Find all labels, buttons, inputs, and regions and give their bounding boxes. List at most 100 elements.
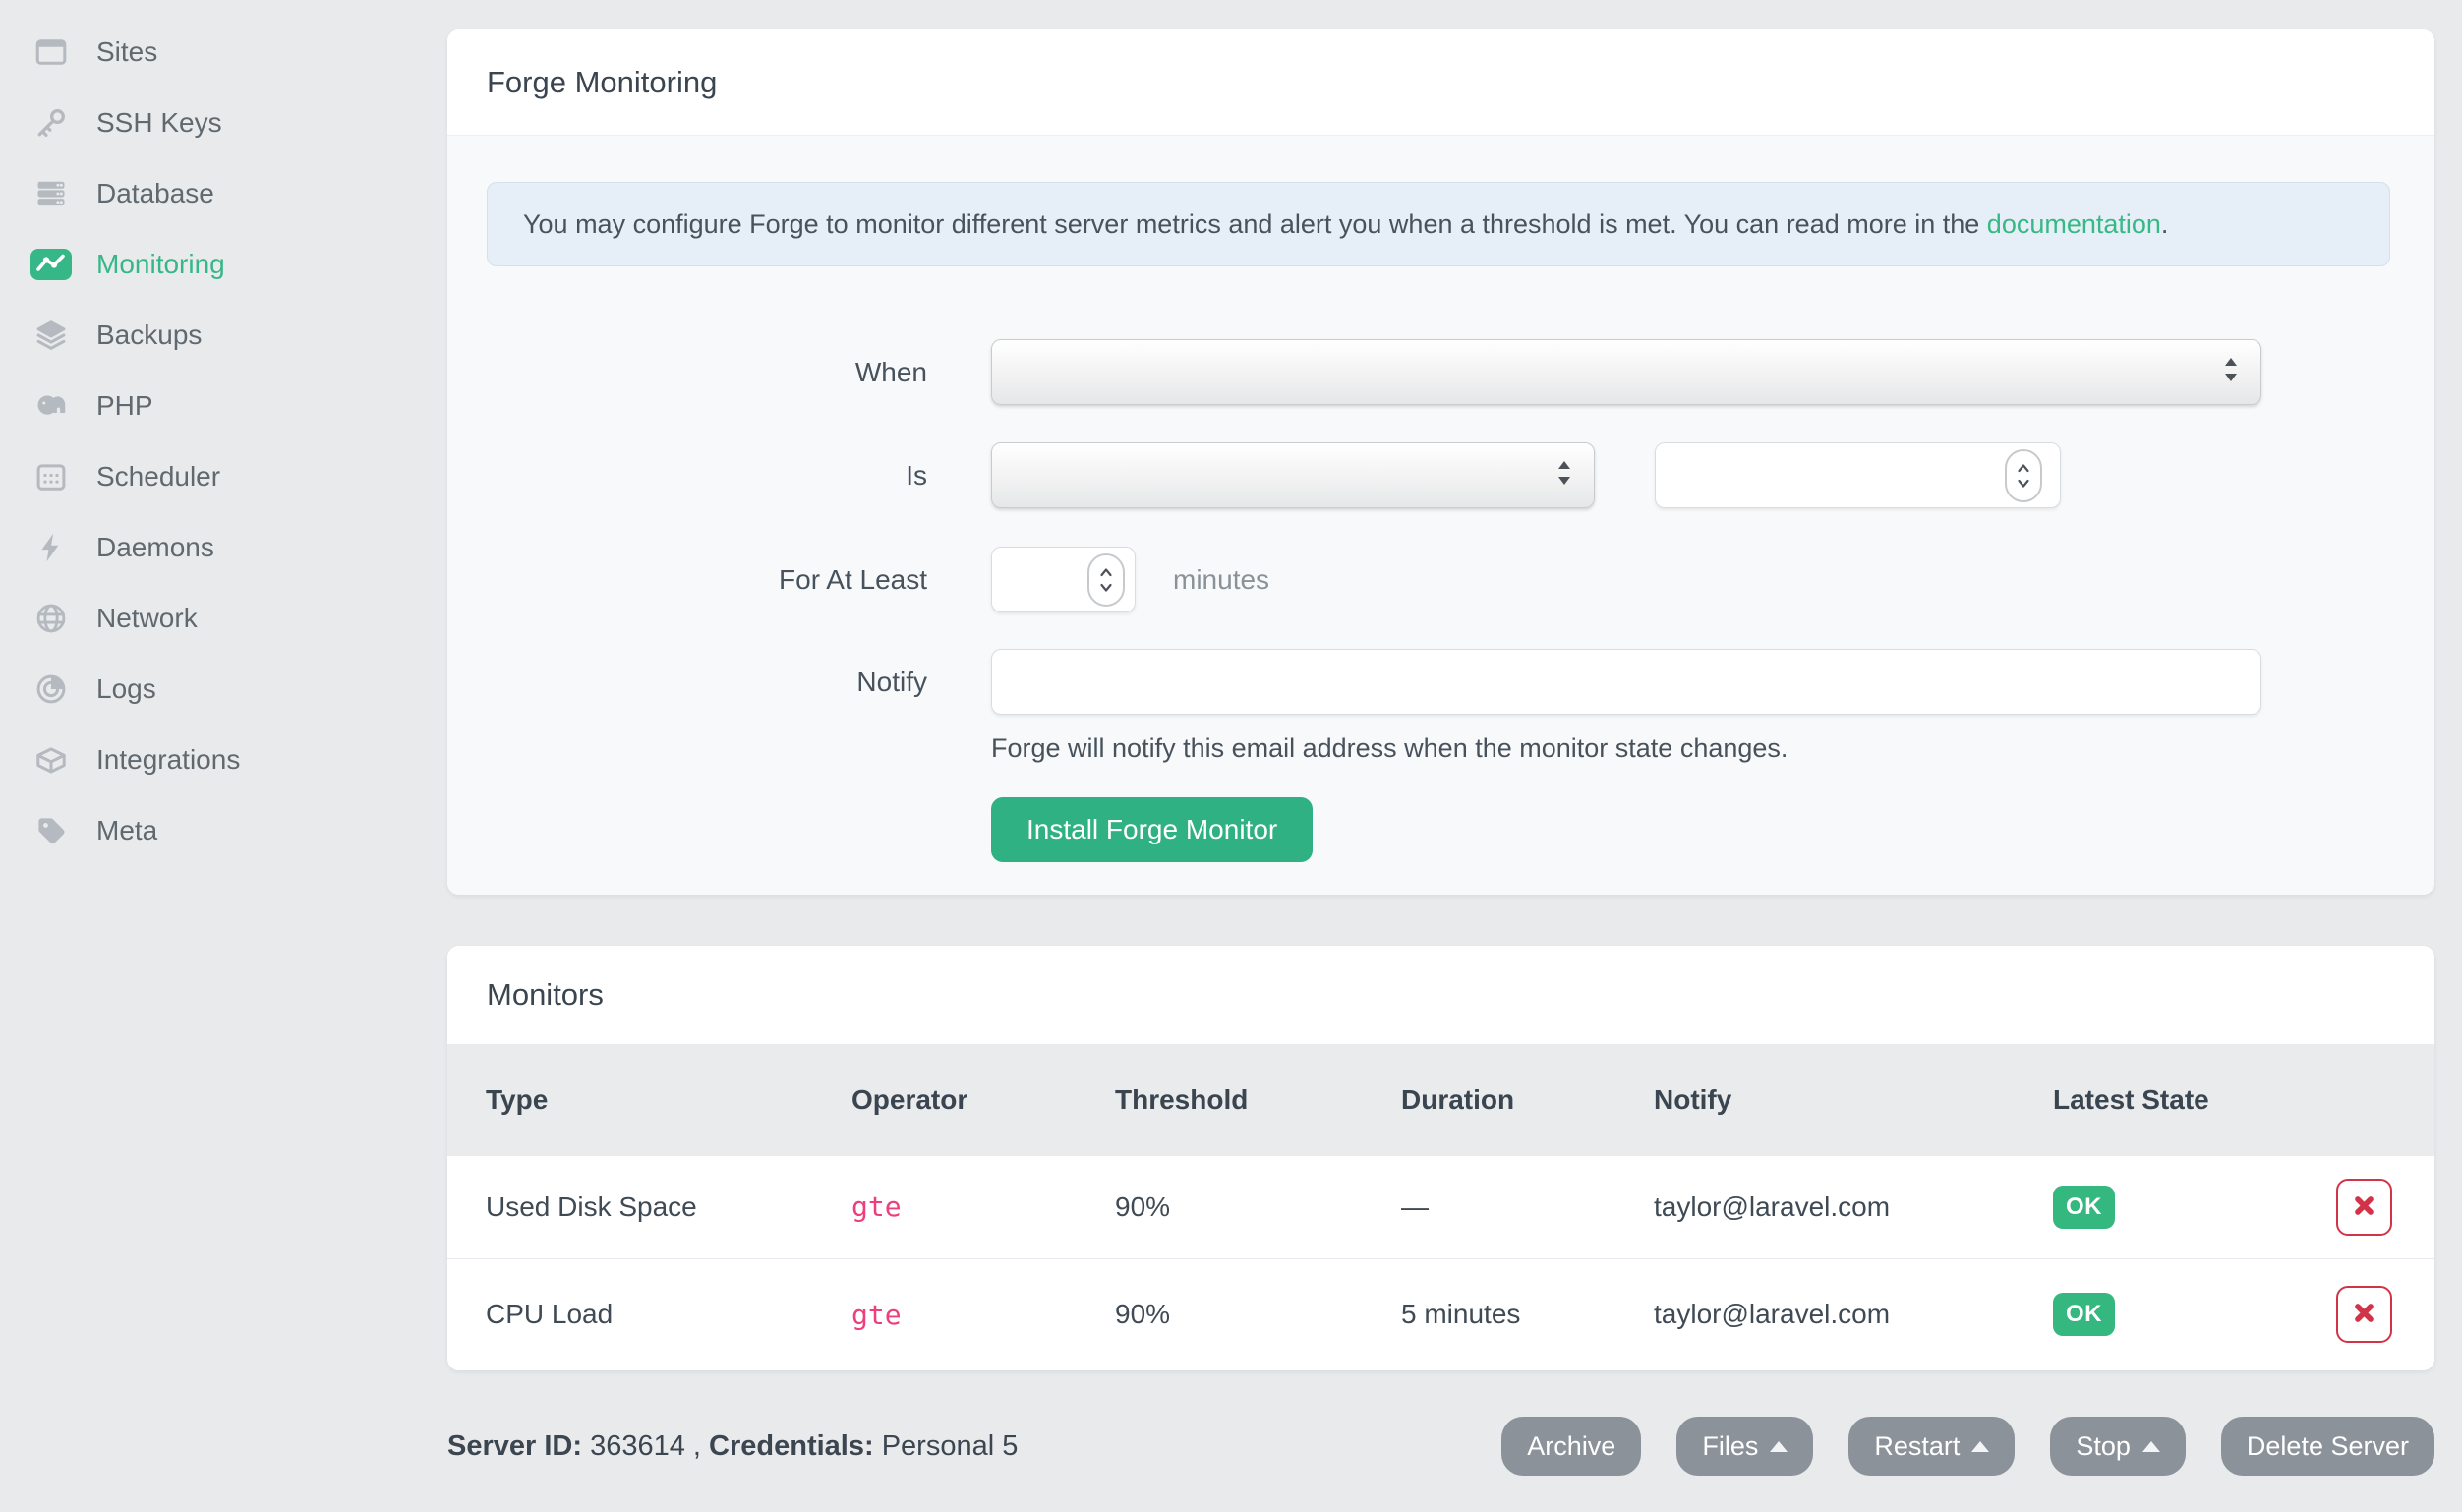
minutes-suffix: minutes <box>1173 563 1270 595</box>
number-stepper-icon[interactable] <box>2005 448 2042 502</box>
server-id-value: 363614 <box>590 1429 685 1462</box>
sidebar-item-ssh-keys[interactable]: SSH Keys <box>0 87 447 158</box>
calendar-icon <box>29 455 73 498</box>
sites-icon <box>29 30 73 74</box>
column-header-threshold: Threshold <box>1115 1084 1249 1115</box>
when-select[interactable] <box>991 339 2261 405</box>
sidebar-item-scheduler[interactable]: Scheduler <box>0 441 447 512</box>
sidebar-item-monitoring[interactable]: Monitoring <box>0 229 447 300</box>
globe-icon <box>29 597 73 640</box>
close-icon <box>2351 1300 2377 1329</box>
sidebar-item-label: Monitoring <box>96 249 225 279</box>
credentials-label: Credentials: <box>709 1429 874 1462</box>
monitors-card-header: Monitors <box>447 946 2434 1044</box>
monitors-table: Type Operator Threshold Duration Notify … <box>447 1044 2434 1370</box>
documentation-link[interactable]: documentation <box>1987 209 2161 240</box>
column-header-latest-state: Latest State <box>2053 1084 2209 1115</box>
monitoring-chart-icon <box>29 243 73 286</box>
sidebar-item-label: PHP <box>96 390 153 421</box>
status-badge: OK <box>2053 1293 2115 1337</box>
key-icon <box>29 101 73 145</box>
is-threshold-input-wrapper <box>1655 442 2061 508</box>
notify-email-input[interactable] <box>991 649 2261 715</box>
sidebar-item-label: Integrations <box>96 744 241 775</box>
monitor-operator: gte <box>851 1191 902 1224</box>
sidebar-item-label: Network <box>96 603 198 633</box>
delete-monitor-button[interactable] <box>2336 1286 2392 1344</box>
forge-monitoring-card: Forge Monitoring You may configure Forge… <box>447 29 2434 895</box>
separator: , <box>684 1429 710 1462</box>
sidebar-item-meta[interactable]: Meta <box>0 795 447 866</box>
sidebar-item-integrations[interactable]: Integrations <box>0 725 447 795</box>
php-elephant-icon <box>29 384 73 428</box>
monitors-card: Monitors Type Operator Threshold Duratio… <box>447 946 2434 1370</box>
is-label: Is <box>906 459 927 491</box>
database-icon <box>29 172 73 215</box>
layers-icon <box>29 314 73 357</box>
column-header-operator: Operator <box>851 1084 968 1115</box>
caret-up-icon <box>2141 1440 2160 1452</box>
sidebar-item-label: Meta <box>96 815 158 845</box>
is-row: Is <box>487 442 2390 508</box>
notify-help-text: Forge will notify this email address whe… <box>991 733 1788 763</box>
is-operator-select[interactable] <box>991 442 1595 508</box>
monitors-title: Monitors <box>487 977 604 1012</box>
column-header-notify: Notify <box>1654 1084 1732 1115</box>
for-at-least-input[interactable] <box>992 548 1087 611</box>
sidebar-item-php[interactable]: PHP <box>0 371 447 441</box>
sidebar-item-sites[interactable]: Sites <box>0 17 447 87</box>
install-forge-monitor-button[interactable]: Install Forge Monitor <box>991 797 1314 862</box>
server-footer: Server ID: 363614 , Credentials: Persona… <box>447 1416 2434 1477</box>
monitors-table-header-row: Type Operator Threshold Duration Notify … <box>447 1044 2434 1156</box>
select-arrows-icon <box>1556 459 1572 492</box>
sidebar-item-label: Sites <box>96 36 158 67</box>
monitor-duration: — <box>1401 1191 1429 1222</box>
close-icon <box>2351 1192 2377 1222</box>
footer-actions: Archive Files Restart Stop Delete Server <box>1501 1417 2434 1476</box>
delete-server-button[interactable]: Delete Server <box>2220 1417 2434 1476</box>
for-at-least-label: For At Least <box>779 563 927 595</box>
sidebar-item-label: Backups <box>96 320 203 350</box>
sidebar-item-network[interactable]: Network <box>0 583 447 654</box>
sidebar-item-daemons[interactable]: Daemons <box>0 512 447 583</box>
forge-monitoring-card-body: You may configure Forge to monitor diffe… <box>447 136 2434 895</box>
sidebar-item-database[interactable]: Database <box>0 158 447 229</box>
monitor-notify: taylor@laravel.com <box>1654 1299 1891 1330</box>
table-row: Used Disk Space gte 90% — taylor@laravel… <box>447 1156 2434 1258</box>
when-label: When <box>854 356 927 387</box>
monitor-type: Used Disk Space <box>486 1191 697 1222</box>
sidebar-item-backups[interactable]: Backups <box>0 300 447 371</box>
column-header-duration: Duration <box>1401 1084 1515 1115</box>
restart-button[interactable]: Restart <box>1848 1417 2016 1476</box>
credentials-value: Personal 5 <box>881 1429 1019 1462</box>
info-alert-text-after: . <box>2160 208 2169 239</box>
notify-row: Notify <box>487 649 2390 715</box>
monitor-threshold: 90% <box>1115 1299 1171 1330</box>
sidebar-item-logs[interactable]: Logs <box>0 654 447 725</box>
lightning-bolt-icon <box>29 526 73 569</box>
for-at-least-input-wrapper <box>991 547 1136 612</box>
monitor-duration: 5 minutes <box>1401 1299 1521 1330</box>
logs-icon <box>29 668 73 711</box>
select-arrows-icon <box>2223 356 2239 388</box>
files-button[interactable]: Files <box>1676 1417 1814 1476</box>
tag-icon <box>29 809 73 852</box>
sidebar-item-label: SSH Keys <box>96 107 222 138</box>
info-alert-text: You may configure Forge to monitor diffe… <box>523 208 1987 239</box>
is-threshold-input[interactable] <box>1656 443 2005 507</box>
info-alert: You may configure Forge to monitor diffe… <box>487 182 2390 266</box>
page-title: Forge Monitoring <box>487 64 718 99</box>
caret-up-icon <box>1971 1440 1990 1452</box>
notify-label: Notify <box>856 666 927 697</box>
when-row: When <box>487 339 2390 405</box>
for-at-least-row: For At Least minutes <box>487 547 2390 612</box>
sidebar-item-label: Database <box>96 178 214 208</box>
monitor-notify: taylor@laravel.com <box>1654 1191 1891 1222</box>
stop-button[interactable]: Stop <box>2050 1417 2186 1476</box>
delete-monitor-button[interactable] <box>2336 1178 2392 1236</box>
caret-up-icon <box>1770 1440 1788 1452</box>
archive-button[interactable]: Archive <box>1501 1417 1642 1476</box>
number-stepper-icon[interactable] <box>1087 552 1125 607</box>
monitor-operator: gte <box>851 1298 902 1331</box>
sidebar-item-label: Logs <box>96 673 156 704</box>
